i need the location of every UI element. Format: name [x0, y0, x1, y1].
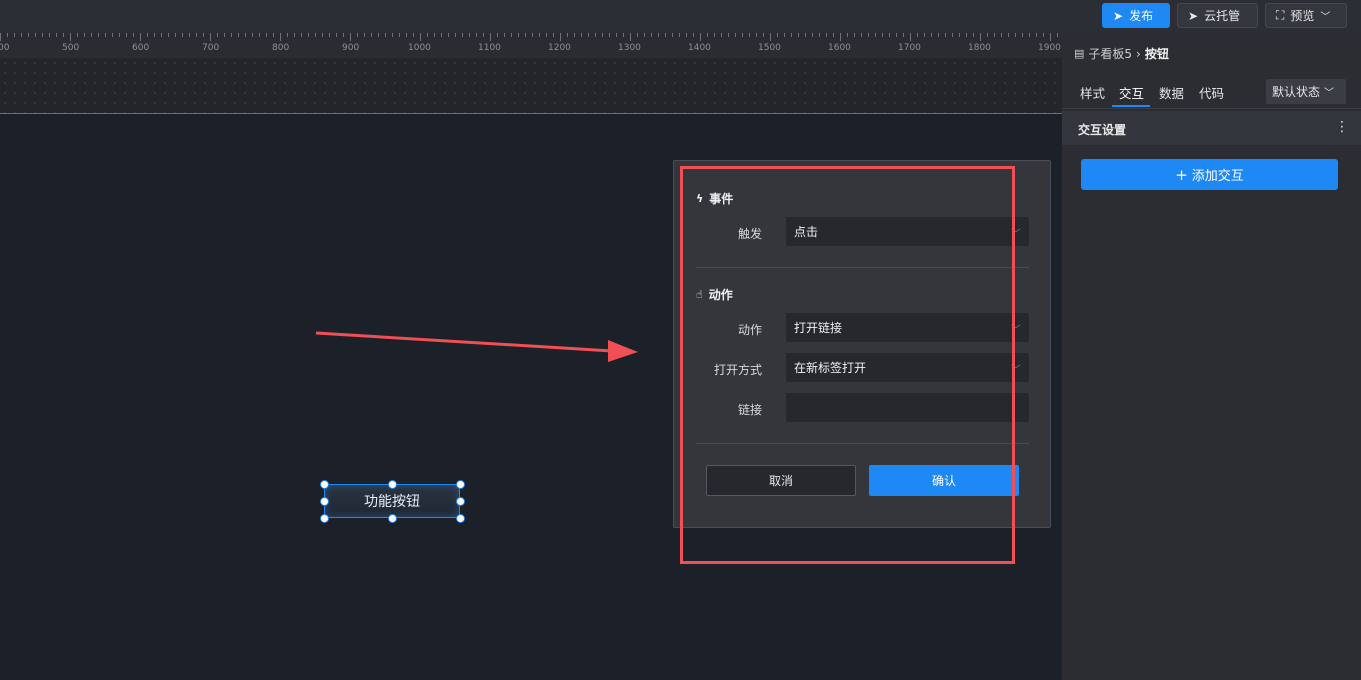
function-button-label: 功能按钮: [364, 494, 420, 510]
breadcrumb-parent[interactable]: 子看板5: [1088, 45, 1132, 62]
ruler-label: 1200: [548, 43, 571, 53]
event-title: 事件: [709, 192, 734, 206]
publish-button[interactable]: ➤ 发布: [1102, 3, 1170, 28]
ruler-label: 00: [0, 43, 10, 53]
confirm-button[interactable]: 确认: [869, 465, 1019, 496]
resize-handle[interactable]: [456, 480, 465, 489]
cloud-hosting-label: 云托管: [1204, 9, 1241, 23]
trigger-select[interactable]: 点击 ﹀: [786, 217, 1029, 246]
send-icon: ➤: [1188, 8, 1199, 23]
cloud-hosting-button[interactable]: ➤ 云托管: [1177, 3, 1258, 28]
interaction-dialog: ϟ 事件 触发 点击 ﹀ ☝ 动作 动作 打开链接 ﹀ 打开方式 在新标签打开 …: [673, 160, 1051, 528]
link-input[interactable]: [786, 393, 1029, 422]
board-icon: ▤: [1074, 47, 1085, 60]
interaction-settings-title: 交互设置: [1078, 123, 1127, 137]
chevron-right-icon: ›: [1136, 46, 1141, 61]
ruler-label: 600: [132, 43, 150, 53]
ruler-guide-area: [0, 58, 1062, 114]
ruler-label: 1600: [828, 43, 851, 53]
chevron-down-icon: ﹀: [1320, 12, 1331, 23]
tab-style[interactable]: 样式: [1080, 83, 1105, 102]
divider: [696, 443, 1029, 444]
preview-label: 预览: [1290, 9, 1315, 23]
resize-handle[interactable]: [320, 480, 329, 489]
horizontal-ruler[interactable]: 00 500 600 700 800 900 1000 1100 1200 13…: [0, 33, 1062, 58]
resize-handle[interactable]: [320, 514, 329, 523]
active-tab-indicator: [1112, 105, 1150, 107]
tab-data[interactable]: 数据: [1159, 83, 1184, 102]
breadcrumb-current: 按钮: [1144, 47, 1169, 61]
action-label: 动作: [737, 323, 762, 337]
add-interaction-label: 添加交互: [1191, 169, 1244, 184]
action-select[interactable]: 打开链接 ﹀: [786, 313, 1029, 342]
chevron-down-icon: ﹀: [1011, 325, 1021, 336]
divider: [696, 267, 1029, 268]
resize-handle[interactable]: [456, 514, 465, 523]
ruler-label: 900: [342, 43, 360, 53]
chevron-down-icon: ﹀: [1324, 88, 1335, 99]
ruler-label: 500: [62, 43, 80, 53]
resize-handle[interactable]: [388, 480, 397, 489]
add-interaction-button[interactable]: + 添加交互: [1081, 159, 1338, 190]
property-panel: ▤ 子看板5 › 按钮 样式 交互 数据 代码 默认状态 ﹀ 交互设置 ⋮ + …: [1062, 33, 1361, 680]
action-section-title: ☝ 动作: [696, 286, 733, 303]
link-label: 链接: [737, 403, 762, 417]
ruler-label: 1300: [618, 43, 641, 53]
cursor-hand-icon: ☝: [696, 288, 703, 301]
confirm-label: 确认: [931, 474, 956, 488]
ruler-label: 1400: [688, 43, 711, 53]
tab-interaction[interactable]: 交互: [1119, 83, 1144, 102]
trigger-value: 点击: [794, 225, 819, 239]
trigger-label: 触发: [737, 227, 762, 241]
open-mode-label: 打开方式: [713, 363, 762, 377]
resize-handle[interactable]: [388, 514, 397, 523]
interaction-settings-header: 交互设置 ⋮: [1062, 111, 1361, 145]
function-button-component[interactable]: 功能按钮: [324, 484, 460, 518]
chevron-down-icon: ﹀: [1011, 229, 1021, 240]
plus-icon: +: [1175, 165, 1188, 184]
action-title: 动作: [708, 288, 733, 302]
resize-handle[interactable]: [320, 497, 329, 506]
preview-button[interactable]: ⛶ 预览 ﹀: [1265, 3, 1347, 28]
tab-code[interactable]: 代码: [1199, 83, 1224, 102]
lightning-icon: ϟ: [696, 192, 704, 205]
fullscreen-icon: ⛶: [1276, 8, 1285, 22]
state-select-value: 默认状态: [1272, 85, 1321, 99]
action-value: 打开链接: [794, 321, 843, 335]
send-icon: ➤: [1113, 8, 1124, 23]
state-select[interactable]: 默认状态 ﹀: [1266, 79, 1346, 104]
resize-handle[interactable]: [456, 497, 465, 506]
top-toolbar: ➤ 发布 ➤ 云托管 ⛶ 预览 ﹀: [0, 0, 1361, 33]
chevron-down-icon: ﹀: [1011, 365, 1021, 376]
ruler-label: 1500: [758, 43, 781, 53]
ruler-label: 1100: [478, 43, 501, 53]
panel-tabs: 样式 交互 数据 代码 默认状态 ﹀: [1062, 75, 1361, 109]
cancel-label: 取消: [768, 474, 793, 488]
publish-label: 发布: [1129, 9, 1154, 23]
breadcrumb: ▤ 子看板5 › 按钮: [1074, 45, 1169, 62]
ruler-label: 1900: [1038, 43, 1061, 53]
ruler-label: 1800: [968, 43, 991, 53]
open-mode-value: 在新标签打开: [794, 361, 867, 375]
ruler-label: 800: [272, 43, 290, 53]
more-vertical-icon[interactable]: ⋮: [1335, 119, 1349, 135]
ruler-label: 1700: [898, 43, 921, 53]
event-section-title: ϟ 事件: [696, 190, 733, 207]
open-mode-select[interactable]: 在新标签打开 ﹀: [786, 353, 1029, 382]
cancel-button[interactable]: 取消: [706, 465, 856, 496]
ruler-label: 1000: [408, 43, 431, 53]
ruler-label: 700: [202, 43, 220, 53]
